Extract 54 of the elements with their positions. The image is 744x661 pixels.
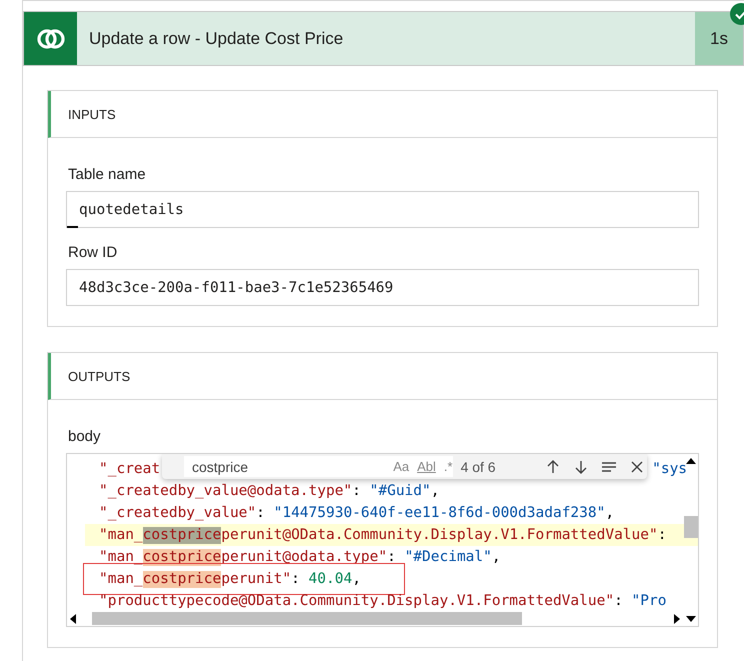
code-text: : bbox=[614, 592, 624, 610]
code-text: "Pro bbox=[632, 592, 666, 610]
code-text: perunit@odata.type" bbox=[221, 548, 388, 566]
scroll-right-arrow-icon[interactable] bbox=[674, 614, 680, 624]
action-header[interactable]: Update a row - Update Cost Price 1s bbox=[23, 11, 744, 66]
scrollbar-thumb[interactable] bbox=[684, 516, 698, 538]
code-text: "#Decimal" bbox=[404, 548, 492, 566]
code-text: , bbox=[605, 504, 614, 522]
next-match-icon[interactable] bbox=[573, 458, 589, 474]
code-text: "sys bbox=[652, 460, 688, 478]
section-heading: OUTPUTS bbox=[48, 353, 717, 400]
regex-toggle[interactable]: .* bbox=[444, 459, 453, 474]
find-input[interactable]: costprice Aa Abl .* bbox=[184, 456, 453, 477]
code-text: , bbox=[430, 482, 440, 500]
input-field[interactable]: 48d3c3ce-200a-f011-bae3-7c1e52365469 bbox=[66, 269, 699, 306]
code-text: , bbox=[352, 570, 361, 588]
search-match: costprice bbox=[142, 570, 222, 588]
scroll-left-arrow-icon[interactable] bbox=[70, 614, 76, 624]
current-search-match: costprice bbox=[142, 526, 222, 544]
code-text: "#Guid" bbox=[370, 482, 431, 500]
field-label: Row ID bbox=[68, 244, 118, 261]
code-text: "man_ bbox=[99, 548, 143, 566]
code-text: , bbox=[492, 548, 501, 566]
code-text: "_creat bbox=[99, 460, 160, 478]
match-count: 4 of 6 bbox=[460, 458, 497, 474]
close-icon[interactable] bbox=[629, 458, 645, 474]
action-title: Update a row - Update Cost Price bbox=[88, 28, 344, 48]
code-text: "producttypecode@OData.Community.Display.V1.FormattedValue" bbox=[99, 592, 614, 610]
code-text: : bbox=[256, 504, 266, 522]
code-text: perunit" bbox=[221, 570, 292, 588]
code-text: "_createdby_value@odata.type" bbox=[99, 482, 352, 500]
search-match: costprice bbox=[142, 548, 222, 566]
connector-logo-icon bbox=[24, 12, 77, 65]
code-text: "14475930-640f-ee11-8f6d-000d3adaf238" bbox=[274, 504, 606, 522]
duration-label: 1s bbox=[695, 12, 743, 65]
previous-match-icon[interactable] bbox=[545, 458, 561, 474]
code-text: : bbox=[291, 570, 301, 588]
code-text: : bbox=[658, 526, 666, 544]
code-text: "man_ bbox=[99, 526, 143, 544]
scrollbar-thumb[interactable] bbox=[92, 612, 522, 625]
code-text: "_createdby_value" bbox=[99, 504, 256, 522]
code-text: 40.04 bbox=[308, 570, 352, 588]
section-heading: INPUTS bbox=[48, 91, 717, 138]
match-case-toggle[interactable]: Aa bbox=[393, 459, 410, 474]
code-text: "man_ bbox=[99, 570, 143, 588]
scroll-up-arrow-icon[interactable] bbox=[686, 458, 696, 464]
code-text: : bbox=[352, 482, 362, 500]
input-field[interactable]: quotedetails bbox=[66, 191, 699, 228]
scroll-down-arrow-icon[interactable] bbox=[686, 616, 696, 622]
field-label: body bbox=[68, 428, 102, 445]
code-text: : bbox=[387, 548, 397, 566]
code-text: perunit@OData.Community.Display.V1.FormattedValue" bbox=[221, 526, 658, 544]
field-label: Table name bbox=[68, 166, 147, 183]
whole-word-toggle[interactable]: Abl bbox=[417, 459, 436, 474]
